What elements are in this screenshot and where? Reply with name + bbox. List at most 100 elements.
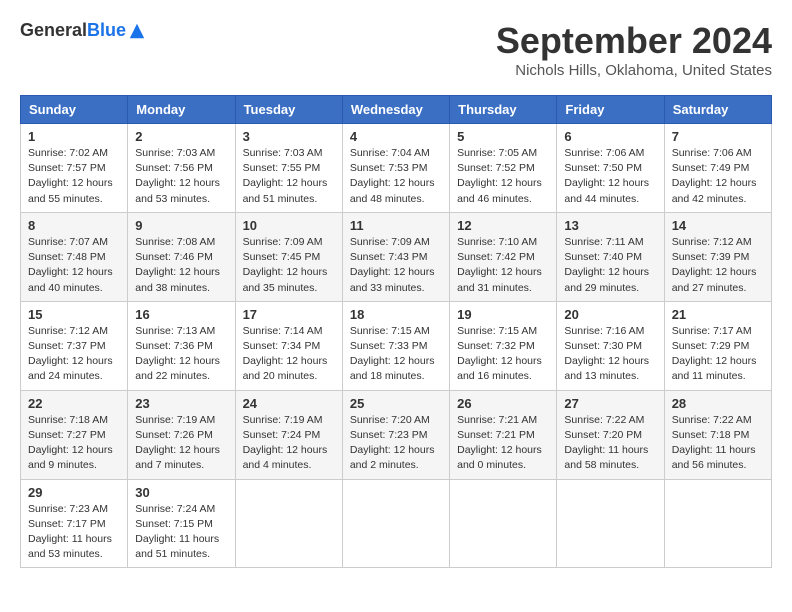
calendar-column-header: Thursday xyxy=(450,96,557,124)
day-info: Sunrise: 7:06 AM Sunset: 7:50 PM Dayligh… xyxy=(564,146,656,207)
calendar-day-cell: 24 Sunrise: 7:19 AM Sunset: 7:24 PM Dayli… xyxy=(235,390,342,479)
calendar-day-cell: 27Sunrise: 7:22 AM Sunset: 7:20 PM Dayli… xyxy=(557,390,664,479)
month-title: September 2024 xyxy=(496,20,772,62)
day-number: 25 xyxy=(350,396,442,411)
calendar-day-cell: 6Sunrise: 7:06 AM Sunset: 7:50 PM Daylig… xyxy=(557,124,664,213)
day-number: 11 xyxy=(350,218,442,233)
day-number: 19 xyxy=(457,307,549,322)
day-number: 30 xyxy=(135,485,227,500)
calendar-day-cell xyxy=(235,479,342,568)
calendar-day-cell: 4 Sunrise: 7:04 AM Sunset: 7:53 PM Daylig… xyxy=(342,124,449,213)
calendar-day-cell: 13 Sunrise: 7:11 AM Sunset: 7:40 PM Dayli… xyxy=(557,212,664,301)
day-number: 20 xyxy=(564,307,656,322)
day-number: 22 xyxy=(28,396,120,411)
logo: GeneralBlue xyxy=(20,20,146,41)
day-number: 5 xyxy=(457,129,549,144)
day-number: 29 xyxy=(28,485,120,500)
day-info: Sunrise: 7:22 AM Sunset: 7:18 PM Dayligh… xyxy=(672,413,764,474)
day-info: Sunrise: 7:05 AM Sunset: 7:52 PM Dayligh… xyxy=(457,146,549,207)
calendar-day-cell: 12 Sunrise: 7:10 AM Sunset: 7:42 PM Dayli… xyxy=(450,212,557,301)
calendar-day-cell: 18 Sunrise: 7:15 AM Sunset: 7:33 PM Dayli… xyxy=(342,301,449,390)
calendar-day-cell: 7 Sunrise: 7:06 AM Sunset: 7:49 PM Daylig… xyxy=(664,124,771,213)
day-info: Sunrise: 7:12 AM Sunset: 7:37 PM Dayligh… xyxy=(28,324,120,385)
calendar-day-cell: 2Sunrise: 7:03 AM Sunset: 7:56 PM Daylig… xyxy=(128,124,235,213)
calendar-day-cell: 26 Sunrise: 7:21 AM Sunset: 7:21 PM Dayli… xyxy=(450,390,557,479)
calendar-day-cell: 28 Sunrise: 7:22 AM Sunset: 7:18 PM Dayli… xyxy=(664,390,771,479)
day-info: Sunrise: 7:15 AM Sunset: 7:33 PM Dayligh… xyxy=(350,324,442,385)
day-number: 28 xyxy=(672,396,764,411)
day-number: 4 xyxy=(350,129,442,144)
calendar-day-cell: 15 Sunrise: 7:12 AM Sunset: 7:37 PM Dayli… xyxy=(21,301,128,390)
day-info: Sunrise: 7:23 AM Sunset: 7:17 PM Dayligh… xyxy=(28,502,120,563)
day-number: 24 xyxy=(243,396,335,411)
day-number: 13 xyxy=(564,218,656,233)
calendar-column-header: Tuesday xyxy=(235,96,342,124)
calendar-week-row: 29 Sunrise: 7:23 AM Sunset: 7:17 PM Dayli… xyxy=(21,479,772,568)
calendar-day-cell: 11 Sunrise: 7:09 AM Sunset: 7:43 PM Dayli… xyxy=(342,212,449,301)
calendar-week-row: 1Sunrise: 7:02 AM Sunset: 7:57 PM Daylig… xyxy=(21,124,772,213)
calendar-day-cell xyxy=(557,479,664,568)
calendar-day-cell: 16 Sunrise: 7:13 AM Sunset: 7:36 PM Dayli… xyxy=(128,301,235,390)
day-info: Sunrise: 7:19 AM Sunset: 7:24 PM Dayligh… xyxy=(243,413,335,474)
calendar-day-cell: 1Sunrise: 7:02 AM Sunset: 7:57 PM Daylig… xyxy=(21,124,128,213)
calendar-day-cell: 14 Sunrise: 7:12 AM Sunset: 7:39 PM Dayli… xyxy=(664,212,771,301)
day-number: 2 xyxy=(135,129,227,144)
calendar-day-cell: 17Sunrise: 7:14 AM Sunset: 7:34 PM Dayli… xyxy=(235,301,342,390)
calendar-day-cell xyxy=(664,479,771,568)
day-info: Sunrise: 7:24 AM Sunset: 7:15 PM Dayligh… xyxy=(135,502,227,563)
day-info: Sunrise: 7:13 AM Sunset: 7:36 PM Dayligh… xyxy=(135,324,227,385)
calendar-week-row: 22 Sunrise: 7:18 AM Sunset: 7:27 PM Dayli… xyxy=(21,390,772,479)
calendar-week-row: 8 Sunrise: 7:07 AM Sunset: 7:48 PM Daylig… xyxy=(21,212,772,301)
calendar-week-row: 15 Sunrise: 7:12 AM Sunset: 7:37 PM Dayli… xyxy=(21,301,772,390)
calendar-column-header: Wednesday xyxy=(342,96,449,124)
day-number: 10 xyxy=(243,218,335,233)
day-info: Sunrise: 7:09 AM Sunset: 7:43 PM Dayligh… xyxy=(350,235,442,296)
day-info: Sunrise: 7:11 AM Sunset: 7:40 PM Dayligh… xyxy=(564,235,656,296)
day-number: 9 xyxy=(135,218,227,233)
day-number: 12 xyxy=(457,218,549,233)
calendar-day-cell xyxy=(450,479,557,568)
day-info: Sunrise: 7:12 AM Sunset: 7:39 PM Dayligh… xyxy=(672,235,764,296)
day-info: Sunrise: 7:18 AM Sunset: 7:27 PM Dayligh… xyxy=(28,413,120,474)
calendar-day-cell: 10 Sunrise: 7:09 AM Sunset: 7:45 PM Dayli… xyxy=(235,212,342,301)
day-number: 23 xyxy=(135,396,227,411)
calendar-day-cell: 5 Sunrise: 7:05 AM Sunset: 7:52 PM Daylig… xyxy=(450,124,557,213)
day-info: Sunrise: 7:21 AM Sunset: 7:21 PM Dayligh… xyxy=(457,413,549,474)
calendar-day-cell: 29 Sunrise: 7:23 AM Sunset: 7:17 PM Dayli… xyxy=(21,479,128,568)
calendar-table: SundayMondayTuesdayWednesdayThursdayFrid… xyxy=(20,95,772,568)
day-info: Sunrise: 7:06 AM Sunset: 7:49 PM Dayligh… xyxy=(672,146,764,207)
calendar-column-header: Monday xyxy=(128,96,235,124)
calendar-day-cell: 22 Sunrise: 7:18 AM Sunset: 7:27 PM Dayli… xyxy=(21,390,128,479)
day-info: Sunrise: 7:10 AM Sunset: 7:42 PM Dayligh… xyxy=(457,235,549,296)
calendar-header: SundayMondayTuesdayWednesdayThursdayFrid… xyxy=(21,96,772,124)
day-info: Sunrise: 7:07 AM Sunset: 7:48 PM Dayligh… xyxy=(28,235,120,296)
calendar-day-cell: 23Sunrise: 7:19 AM Sunset: 7:26 PM Dayli… xyxy=(128,390,235,479)
day-number: 15 xyxy=(28,307,120,322)
day-number: 14 xyxy=(672,218,764,233)
location: Nichols Hills, Oklahoma, United States xyxy=(496,62,772,79)
day-number: 18 xyxy=(350,307,442,322)
day-number: 7 xyxy=(672,129,764,144)
calendar-day-cell: 30 Sunrise: 7:24 AM Sunset: 7:15 PM Dayli… xyxy=(128,479,235,568)
calendar-day-cell: 20Sunrise: 7:16 AM Sunset: 7:30 PM Dayli… xyxy=(557,301,664,390)
calendar-day-cell: 3Sunrise: 7:03 AM Sunset: 7:55 PM Daylig… xyxy=(235,124,342,213)
day-number: 16 xyxy=(135,307,227,322)
day-info: Sunrise: 7:08 AM Sunset: 7:46 PM Dayligh… xyxy=(135,235,227,296)
calendar-day-cell: 19Sunrise: 7:15 AM Sunset: 7:32 PM Dayli… xyxy=(450,301,557,390)
calendar-day-cell: 8 Sunrise: 7:07 AM Sunset: 7:48 PM Daylig… xyxy=(21,212,128,301)
calendar-column-header: Friday xyxy=(557,96,664,124)
calendar-column-header: Sunday xyxy=(21,96,128,124)
day-info: Sunrise: 7:14 AM Sunset: 7:34 PM Dayligh… xyxy=(243,324,335,385)
day-number: 1 xyxy=(28,129,120,144)
day-number: 3 xyxy=(243,129,335,144)
page-header: GeneralBlue September 2024 Nichols Hills… xyxy=(20,20,772,79)
day-number: 27 xyxy=(564,396,656,411)
logo-icon xyxy=(128,22,146,40)
day-number: 8 xyxy=(28,218,120,233)
day-info: Sunrise: 7:20 AM Sunset: 7:23 PM Dayligh… xyxy=(350,413,442,474)
calendar-day-cell xyxy=(342,479,449,568)
day-info: Sunrise: 7:04 AM Sunset: 7:53 PM Dayligh… xyxy=(350,146,442,207)
day-number: 26 xyxy=(457,396,549,411)
day-info: Sunrise: 7:09 AM Sunset: 7:45 PM Dayligh… xyxy=(243,235,335,296)
calendar-day-cell: 9 Sunrise: 7:08 AM Sunset: 7:46 PM Daylig… xyxy=(128,212,235,301)
